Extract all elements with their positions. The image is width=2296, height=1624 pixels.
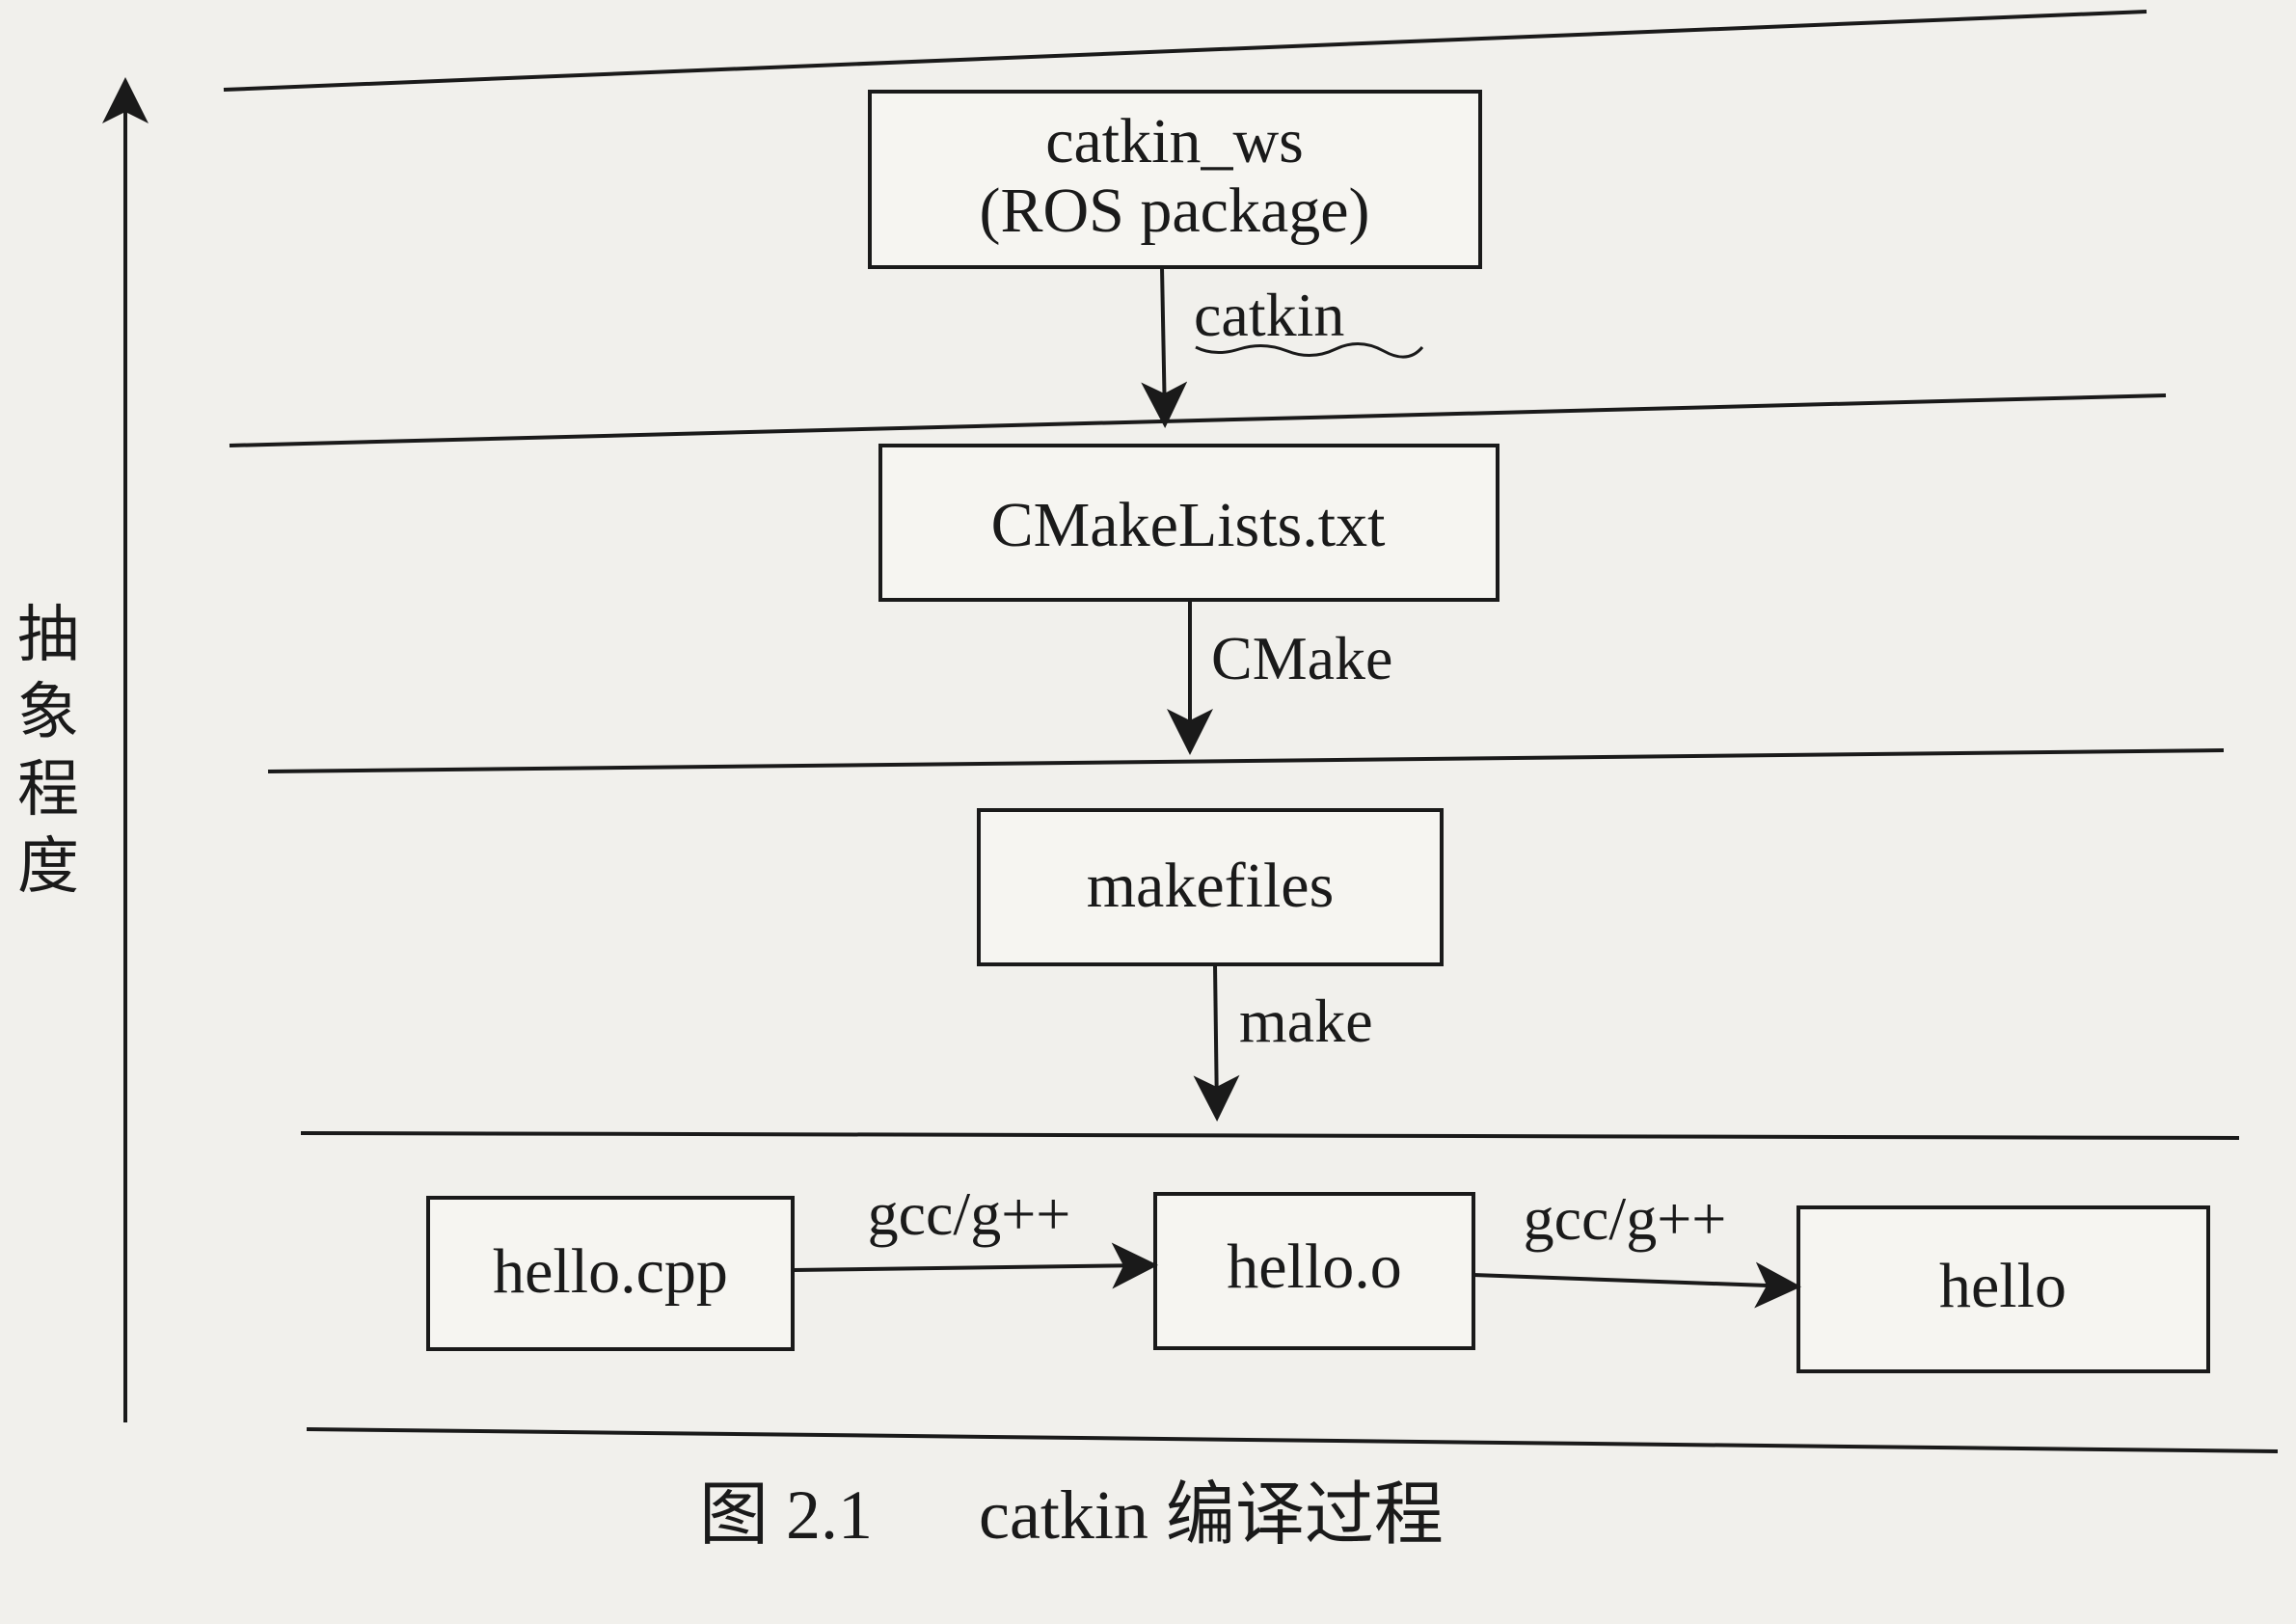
axis-label-char-1: 抽 <box>17 600 79 671</box>
tier-line-2 <box>229 393 2167 447</box>
node-hello-o-label: hello.o <box>1227 1232 1401 1302</box>
tier-line-1 <box>223 10 2147 92</box>
edge-catkin-arrow <box>1141 266 1188 428</box>
figure-title: catkin 编译过程 <box>979 1476 1444 1554</box>
node-catkin-ws: catkin_ws (ROS package) <box>868 90 1482 269</box>
tier-line-5 <box>306 1427 2279 1453</box>
tier-line-3 <box>267 748 2225 773</box>
node-cmakelists: CMakeLists.txt <box>878 444 1499 602</box>
node-hello-o: hello.o <box>1153 1192 1475 1350</box>
edge-make-label: make <box>1239 987 1373 1055</box>
axis-label: 抽 象 程 度 <box>17 600 79 903</box>
node-hello: hello <box>1796 1205 2210 1373</box>
edge-make-arrow <box>1193 963 1240 1122</box>
axis-label-char-4: 度 <box>17 831 79 903</box>
figure-caption: 图 2.1 catkin 编译过程 <box>699 1476 1444 1554</box>
node-catkin-ws-type: (ROS package) <box>979 176 1369 246</box>
tier-line-4 <box>300 1131 2240 1140</box>
node-makefiles: makefiles <box>977 808 1444 966</box>
node-hello-cpp: hello.cpp <box>426 1196 795 1351</box>
axis-label-char-2: 象 <box>17 677 79 748</box>
node-makefiles-label: makefiles <box>1087 851 1335 921</box>
figure-canvas: 抽 象 程 度 catkin_ws (ROS package) catkin C… <box>0 0 2296 1624</box>
edge-catkin-label: catkin <box>1194 281 1344 349</box>
edge-cmake-label: CMake <box>1211 624 1392 692</box>
figure-number: 图 2.1 <box>699 1476 873 1554</box>
node-catkin-ws-name: catkin_ws <box>1045 106 1304 176</box>
node-cmakelists-label: CMakeLists.txt <box>991 490 1386 560</box>
node-hello-cpp-label: hello.cpp <box>493 1236 728 1307</box>
axis-label-char-3: 程 <box>17 754 79 826</box>
edge-gcc-compile-arrow <box>792 1242 1158 1289</box>
edge-gcc-link-label: gcc/g++ <box>1524 1184 1727 1253</box>
edge-gcc-link-arrow <box>1472 1261 1801 1309</box>
edge-gcc-compile-label: gcc/g++ <box>868 1179 1071 1248</box>
node-hello-label: hello <box>1939 1251 2066 1321</box>
catkin-build-diagram: 抽 象 程 度 catkin_ws (ROS package) catkin C… <box>17 10 2279 1554</box>
